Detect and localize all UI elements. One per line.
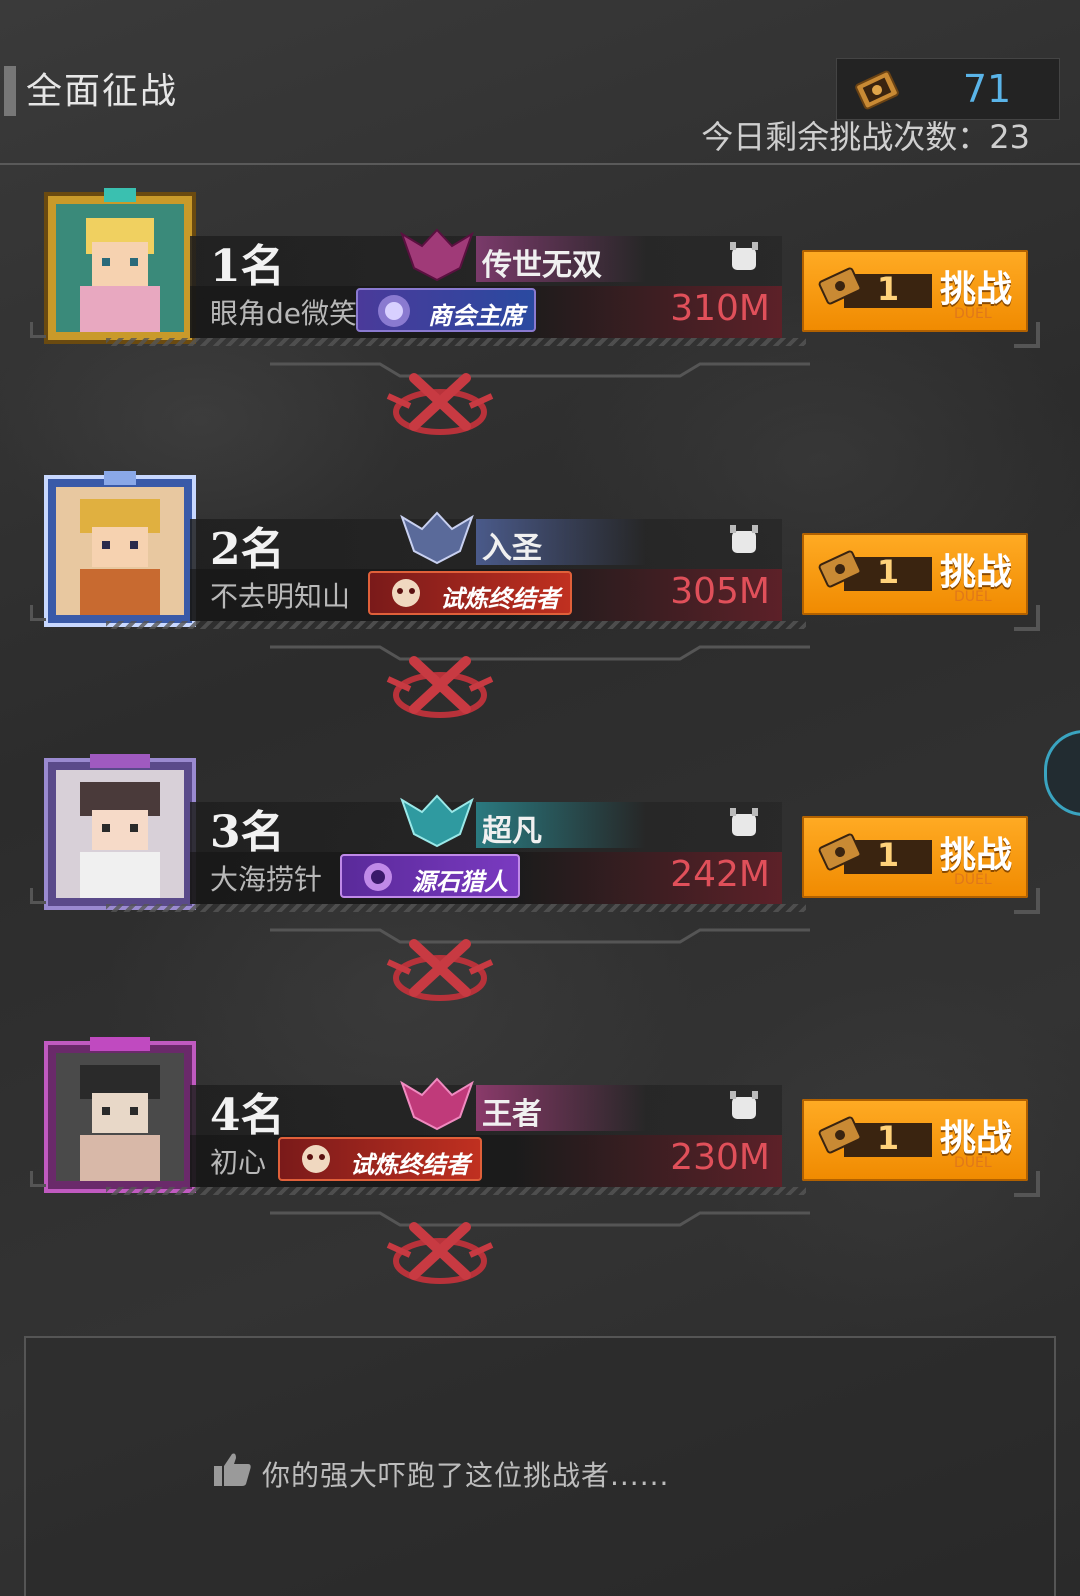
- skull-badge-icon: [392, 579, 420, 607]
- badge-text: 源石猎人: [412, 868, 508, 896]
- duel-button[interactable]: 1 挑战 DUEL: [802, 816, 1028, 898]
- crossed-swords-icon: [270, 362, 810, 435]
- title-badge: 商会主席: [356, 288, 536, 332]
- corner-bracket: [1014, 322, 1040, 348]
- player-name: 初心: [210, 1146, 267, 1179]
- skull-badge-icon: [302, 1145, 330, 1173]
- rank-label: 2名: [210, 524, 285, 575]
- divider-stripes: [106, 621, 806, 629]
- ticket-counter: 71: [836, 58, 1060, 120]
- divider-stripes: [106, 1187, 806, 1195]
- duel-cost: 1: [876, 270, 900, 308]
- page-title: 全面征战: [26, 71, 179, 112]
- title-badge: 源石猎人: [340, 854, 520, 898]
- ticket-icon: [855, 70, 899, 110]
- corner-bracket: [1014, 1171, 1040, 1197]
- power-value: 242M: [670, 854, 770, 895]
- remaining-challenges: 今日剩余挑战次数：23: [701, 118, 1030, 156]
- thumbs-up-icon: [214, 1453, 251, 1486]
- duel-sublabel: DUEL: [954, 306, 992, 322]
- avatar[interactable]: [40, 1037, 200, 1197]
- rank-label: 1名: [210, 241, 285, 292]
- duel-label: 挑战: [940, 1118, 1013, 1159]
- power-value: 305M: [670, 571, 770, 612]
- opponent-row: 3名 大海捞针 超凡 源石猎人 242M 1 挑战 DUEL: [0, 754, 1080, 1044]
- divider-stripes: [106, 338, 806, 346]
- duel-label: 挑战: [940, 835, 1013, 876]
- tier-label: 王者: [476, 1085, 646, 1132]
- opponent-row: 1名 眼角de微笑 传世无双 商会主席 310M 1 挑战 DUEL: [0, 188, 1080, 478]
- duel-sublabel: DUEL: [954, 872, 992, 888]
- duel-label: 挑战: [940, 552, 1013, 593]
- tier-label: 传世无双: [476, 236, 646, 283]
- tier-label: 入圣: [476, 519, 646, 566]
- fist-icon: [730, 1091, 758, 1119]
- ticket-icon: [818, 550, 862, 588]
- duel-button[interactable]: 1 挑战 DUEL: [802, 1099, 1028, 1181]
- power-value: 310M: [670, 288, 770, 329]
- player-name: 大海捞针: [210, 863, 323, 896]
- duel-cost: 1: [876, 1119, 900, 1157]
- rank-label: 4名: [210, 1090, 285, 1141]
- divider-stripes: [106, 904, 806, 912]
- duel-cost: 1: [876, 836, 900, 874]
- tier-emblem-icon: [400, 794, 474, 848]
- tier-emblem-icon: [400, 1077, 474, 1131]
- fist-icon: [730, 525, 758, 553]
- badge-text: 试炼终结者: [350, 1151, 470, 1179]
- fist-icon: [730, 808, 758, 836]
- empty-message: 你的强大吓跑了这位挑战者......: [262, 1459, 670, 1492]
- ticket-icon: [818, 267, 862, 305]
- player-name: 眼角de微笑: [210, 297, 358, 330]
- ticket-icon: [818, 1116, 862, 1154]
- avatar[interactable]: [40, 754, 200, 914]
- duel-button[interactable]: 1 挑战 DUEL: [802, 533, 1028, 615]
- corner-bracket: [30, 605, 46, 621]
- title-badge: 试炼终结者: [368, 571, 572, 615]
- title-marker: [4, 66, 16, 116]
- fist-icon: [730, 242, 758, 270]
- duel-sublabel: DUEL: [954, 589, 992, 605]
- corner-bracket: [30, 322, 46, 338]
- crossed-swords-icon: [270, 645, 810, 718]
- corner-bracket: [1014, 605, 1040, 631]
- player-name: 不去明知山: [210, 580, 351, 613]
- duel-button[interactable]: 1 挑战 DUEL: [802, 250, 1028, 332]
- corner-bracket: [1014, 888, 1040, 914]
- opponent-row: 2名 不去明知山 入圣 试炼终结者 305M 1 挑战 DUEL: [0, 471, 1080, 761]
- rank-label: 3名: [210, 807, 285, 858]
- avatar[interactable]: [40, 188, 200, 348]
- crossed-swords-icon: [270, 928, 810, 1001]
- corner-bracket: [30, 1171, 46, 1187]
- duel-sublabel: DUEL: [954, 1155, 992, 1171]
- empty-challenger-panel: 你的强大吓跑了这位挑战者......: [24, 1336, 1056, 1596]
- tier-emblem-icon: [400, 228, 474, 282]
- tier-label: 超凡: [476, 802, 646, 849]
- duel-cost: 1: [876, 553, 900, 591]
- title-badge: 试炼终结者: [278, 1137, 482, 1181]
- duel-label: 挑战: [940, 269, 1013, 310]
- power-value: 230M: [670, 1137, 770, 1178]
- ticket-icon: [818, 833, 862, 871]
- avatar[interactable]: [40, 471, 200, 631]
- opponent-row: 4名 初心 王者 试炼终结者 230M 1 挑战 DUEL: [0, 1037, 1080, 1327]
- badge-text: 商会主席: [428, 302, 524, 330]
- tier-emblem-icon: [400, 511, 474, 565]
- emblem-badge-icon: [378, 295, 410, 327]
- ticket-count: 71: [962, 67, 1012, 111]
- corner-bracket: [30, 888, 46, 904]
- crossed-swords-icon: [270, 1211, 810, 1284]
- emblem-badge-icon: [364, 863, 392, 891]
- header-bar: 全面征战 71 今日剩余挑战次数：23: [0, 0, 1080, 165]
- badge-text: 试炼终结者: [440, 585, 560, 613]
